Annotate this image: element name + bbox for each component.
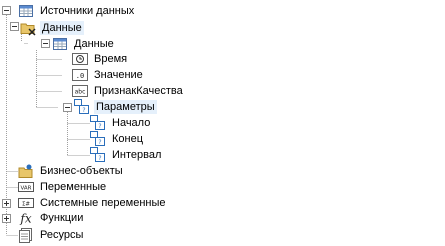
tree-node-label: Бизнес-объекты xyxy=(40,165,123,177)
expand-system-variables-toggle[interactable] xyxy=(2,199,11,208)
parameter-icon: ? xyxy=(74,99,90,115)
collapse-datasource-toggle[interactable] xyxy=(41,39,50,48)
svg-text:?: ? xyxy=(82,107,85,114)
tree-node-label: ПризнакКачества xyxy=(94,85,183,97)
table-icon xyxy=(18,3,34,19)
collapse-parameters-toggle[interactable] xyxy=(63,103,72,112)
var-icon: VAR xyxy=(18,179,34,195)
expand-functions-toggle[interactable] xyxy=(2,214,11,223)
tree-node-column-value[interactable]: .0 Значение xyxy=(72,67,145,83)
tree-node-param-end[interactable]: ? Конец xyxy=(90,131,145,147)
tree-node-data-sources[interactable]: Источники данных xyxy=(18,3,136,19)
svg-text:Σ#: Σ# xyxy=(22,202,30,208)
tree-node-system-variables[interactable]: Σ# Системные переменные xyxy=(18,195,168,211)
tree-node-parameters[interactable]: ? Параметры xyxy=(74,99,157,115)
tree-node-label: Время xyxy=(94,53,128,65)
svg-text:fx: fx xyxy=(19,212,31,226)
tree-node-label: Начало xyxy=(112,117,151,129)
folder-broken-icon xyxy=(20,20,36,36)
tree-node-label: Функции xyxy=(40,212,84,224)
decimal-icon: .0 xyxy=(72,67,88,83)
tree-node-label: Данные xyxy=(74,38,114,50)
tree-node-datasource[interactable]: Данные xyxy=(52,36,116,52)
tree-node-resources[interactable]: Ресурсы xyxy=(18,227,85,243)
parameter-icon: ? xyxy=(90,131,106,147)
tree-node-label: Значение xyxy=(94,69,143,81)
tree-node-business-objects[interactable]: Бизнес-объекты xyxy=(18,163,125,179)
tree-node-param-interval[interactable]: ? Интервал xyxy=(90,147,163,163)
tree-node-column-time[interactable]: Время xyxy=(72,51,129,67)
tree-node-label: Параметры xyxy=(94,100,157,114)
tree-node-label: Системные переменные xyxy=(40,197,166,209)
fx-icon: fx xyxy=(18,210,34,226)
collapse-connection-toggle[interactable] xyxy=(10,22,19,31)
tree-node-label: Переменные xyxy=(40,181,107,193)
abc-text-icon: abc xyxy=(72,83,88,99)
parameter-icon: ? xyxy=(90,115,106,131)
tree-node-column-quality[interactable]: abc ПризнакКачества xyxy=(72,83,185,99)
tree-node-functions[interactable]: fx Функции xyxy=(18,210,85,226)
tree-node-param-start[interactable]: ? Начало xyxy=(90,115,152,131)
resources-icon xyxy=(18,227,34,243)
clock-icon xyxy=(72,51,88,67)
tree-node-label: Конец xyxy=(112,133,144,145)
svg-text:.0: .0 xyxy=(76,72,84,80)
svg-text:?: ? xyxy=(98,139,101,146)
business-objects-icon xyxy=(18,163,34,179)
parameter-icon: ? xyxy=(90,147,106,163)
tree-node-variables[interactable]: VAR Переменные xyxy=(18,179,108,195)
sys-var-icon: Σ# xyxy=(18,195,34,211)
tree-node-label: Ресурсы xyxy=(40,229,84,241)
svg-text:VAR: VAR xyxy=(21,186,32,192)
tree-node-label: Источники данных xyxy=(40,5,135,17)
svg-text:abc: abc xyxy=(75,89,86,96)
tree-node-connection[interactable]: Данные xyxy=(20,20,84,36)
table-icon xyxy=(52,36,68,52)
dictionary-tree[interactable]: Источники данных Данные Данные Время .0 … xyxy=(0,0,445,246)
svg-text:?: ? xyxy=(98,155,101,162)
svg-text:?: ? xyxy=(98,123,101,130)
collapse-root-toggle[interactable] xyxy=(2,6,11,15)
tree-node-label: Интервал xyxy=(112,149,162,161)
tree-node-label: Данные xyxy=(40,21,84,35)
